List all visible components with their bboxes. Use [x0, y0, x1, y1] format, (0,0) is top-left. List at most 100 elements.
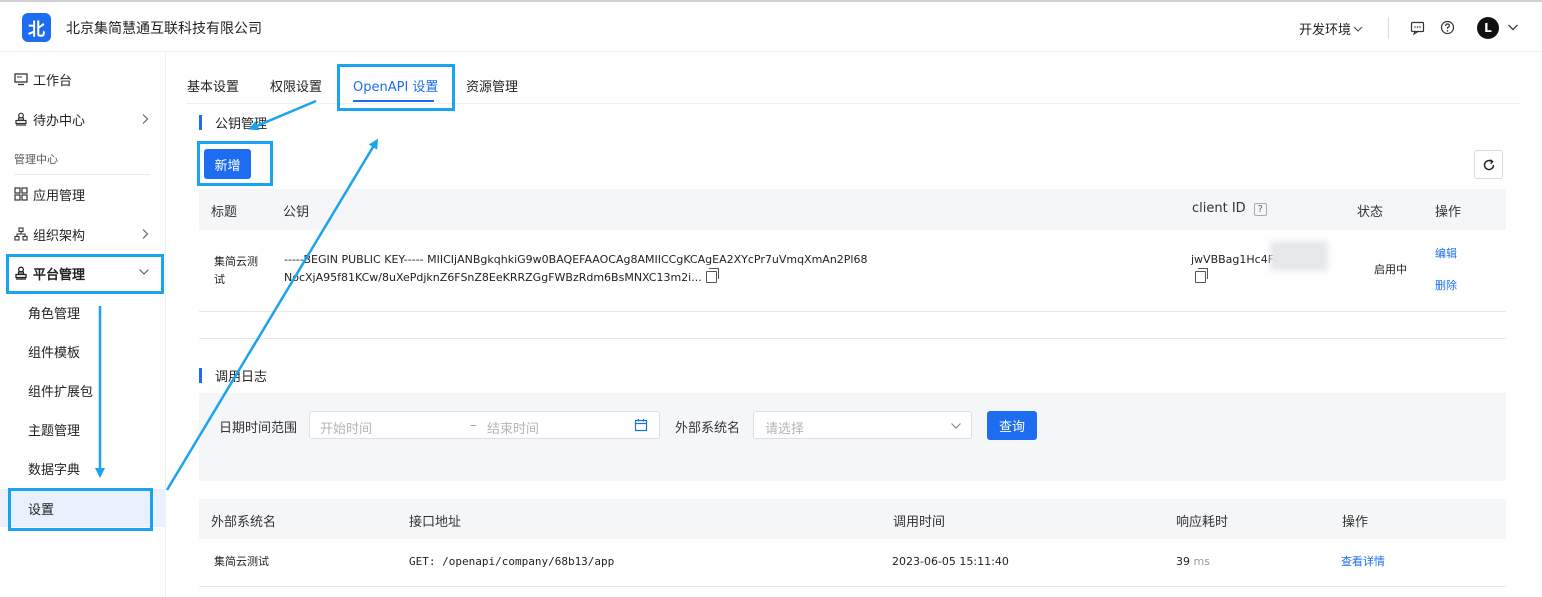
- active-tab-indicator: [353, 100, 434, 102]
- column-external-system: 外部系统名: [211, 515, 277, 530]
- sidebar-item-label: 组件模板: [28, 345, 81, 361]
- sidebar-item-label: 应用管理: [33, 188, 86, 204]
- copy-icon[interactable]: [705, 268, 719, 283]
- column-api-address: 接口地址: [409, 515, 462, 530]
- section-title-call-log: 调用日志: [199, 366, 267, 385]
- public-key-line: NocXjA95f81KCw/8uXePdjknZ6FSnZ8EeKRRZGgF…: [284, 271, 702, 284]
- sidebar-item-label: 设置: [28, 502, 55, 518]
- query-button[interactable]: 查询: [987, 411, 1037, 440]
- sidebar-item-label: 组件扩展包: [28, 384, 94, 400]
- chevron-right-icon: [142, 229, 149, 239]
- sidebar-item-settings[interactable]: 设置: [0, 489, 166, 527]
- grid-icon: [14, 187, 28, 201]
- start-time-input[interactable]: 开始时间: [320, 418, 372, 437]
- column-status: 状态: [1357, 205, 1384, 220]
- tab-openapi-settings[interactable]: OpenAPI 设置: [353, 76, 438, 95]
- section-title-text: 公钥管理: [215, 117, 268, 132]
- chevron-down-icon: [139, 269, 149, 275]
- log-api-cell: GET: /openapi/company/68b13/app: [409, 555, 615, 568]
- sidebar-item-component-templates[interactable]: 组件模板: [0, 332, 166, 370]
- external-system-select[interactable]: 请选择: [753, 411, 972, 439]
- section-title-text: 调用日志: [215, 370, 268, 385]
- user-avatar[interactable]: L: [1477, 17, 1499, 39]
- org-chart-icon: [14, 227, 28, 241]
- key-title-line: 集简云测: [214, 255, 258, 268]
- section-divider: [199, 338, 1506, 339]
- section-title-public-key: 公钥管理: [199, 113, 267, 132]
- select-placeholder: 请选择: [765, 422, 805, 437]
- sidebar-item-platform-management[interactable]: 平台管理: [0, 254, 166, 292]
- environment-label: 开发环境: [1299, 23, 1352, 38]
- chevron-down-icon[interactable]: [1507, 21, 1519, 33]
- section-accent-bar: [199, 368, 202, 383]
- row-divider: [199, 586, 1506, 587]
- date-range-label: 日期时间范围: [219, 421, 298, 436]
- end-time-input[interactable]: 结束时间: [487, 418, 539, 437]
- sidebar-item-data-dictionary[interactable]: 数据字典: [0, 449, 166, 487]
- section-accent-bar: [199, 115, 202, 130]
- public-key-line-2: NocXjA95f81KCw/8uXePdjknZ6FSnZ8EeKRRZGgF…: [284, 268, 1164, 287]
- latency-unit: ms: [1193, 555, 1210, 568]
- sidebar-item-label: 数据字典: [28, 462, 81, 478]
- delete-link[interactable]: 删除: [1435, 277, 1457, 295]
- log-latency-cell: 39 ms: [1176, 553, 1210, 571]
- sidebar-item-org-structure[interactable]: 组织架构: [0, 215, 166, 253]
- tab-resource-management[interactable]: 资源管理: [466, 76, 518, 95]
- latency-value: 39: [1176, 555, 1190, 568]
- sidebar: 工作台 待办中心 管理中心 应用管理 组织架构 平台管理 角色管理 组件模板 组…: [0, 53, 166, 597]
- sidebar-item-label: 工作台: [33, 73, 73, 89]
- column-call-time: 调用时间: [893, 515, 946, 530]
- sidebar-item-theme-management[interactable]: 主题管理: [0, 410, 166, 448]
- redacted-region: [1270, 241, 1328, 271]
- app-logo[interactable]: 北: [22, 13, 51, 42]
- log-table-header: 外部系统名 接口地址 调用时间 响应耗时 操作: [199, 499, 1506, 539]
- stamp-icon: [14, 112, 28, 126]
- sidebar-item-label: 平台管理: [33, 267, 86, 283]
- stamp-icon: [14, 266, 28, 280]
- sidebar-item-app-management[interactable]: 应用管理: [0, 175, 166, 213]
- chevron-down-icon: [1353, 26, 1363, 32]
- add-key-button[interactable]: 新增: [204, 149, 251, 179]
- environment-switcher[interactable]: 开发环境: [1299, 19, 1363, 38]
- message-icon[interactable]: [1410, 20, 1425, 35]
- row-divider: [199, 311, 1506, 312]
- sidebar-item-label: 待办中心: [33, 113, 86, 129]
- public-key-line: -----BEGIN PUBLIC KEY----- MIICIjANBgkqh…: [284, 253, 868, 266]
- column-client-id: client ID ?: [1192, 201, 1267, 216]
- sidebar-item-workbench[interactable]: 工作台: [0, 60, 166, 98]
- tab-basic-settings[interactable]: 基本设置: [187, 76, 239, 95]
- refresh-button[interactable]: [1474, 150, 1503, 179]
- view-details-link[interactable]: 查看详情: [1341, 553, 1385, 571]
- range-separator: –: [470, 418, 477, 433]
- log-time-cell: 2023-06-05 15:11:40: [892, 555, 1009, 568]
- key-title-cell: 集简云测 试: [214, 253, 264, 289]
- monitor-icon: [14, 72, 28, 86]
- sidebar-item-component-extensions[interactable]: 组件扩展包: [0, 371, 166, 409]
- top-header: 北 北京集简慧通互联科技有限公司 开发环境 L: [0, 2, 1542, 52]
- key-title-line: 试: [214, 273, 225, 286]
- copy-icon[interactable]: [1195, 268, 1208, 283]
- help-icon[interactable]: [1440, 20, 1455, 35]
- sidebar-item-label: 组织架构: [33, 228, 86, 244]
- chevron-right-icon: [142, 114, 149, 124]
- header-divider: [1388, 17, 1389, 39]
- chevron-down-icon: [951, 423, 961, 429]
- edit-link[interactable]: 编辑: [1435, 245, 1457, 263]
- date-range-picker[interactable]: 开始时间 – 结束时间: [309, 411, 660, 439]
- column-log-actions: 操作: [1342, 515, 1369, 530]
- calendar-icon[interactable]: [634, 418, 648, 432]
- status-badge: 启用中: [1374, 263, 1407, 276]
- public-key-cell: -----BEGIN PUBLIC KEY----- MIICIjANBgkqh…: [284, 251, 1164, 287]
- sidebar-item-todo[interactable]: 待办中心: [0, 100, 166, 138]
- key-table-header: 标题 公钥 client ID ? 状态 操作: [199, 189, 1506, 230]
- sidebar-item-label: 角色管理: [28, 306, 81, 322]
- column-actions: 操作: [1435, 205, 1462, 220]
- sidebar-item-label: 主题管理: [28, 423, 81, 439]
- tab-permission-settings[interactable]: 权限设置: [270, 76, 322, 95]
- question-icon[interactable]: ?: [1253, 203, 1267, 216]
- refresh-icon: [1483, 158, 1494, 170]
- log-system-cell: 集简云测试: [214, 555, 269, 568]
- column-title: 标题: [211, 205, 238, 220]
- sidebar-item-role-management[interactable]: 角色管理: [0, 293, 166, 331]
- column-public-key: 公钥: [283, 205, 310, 220]
